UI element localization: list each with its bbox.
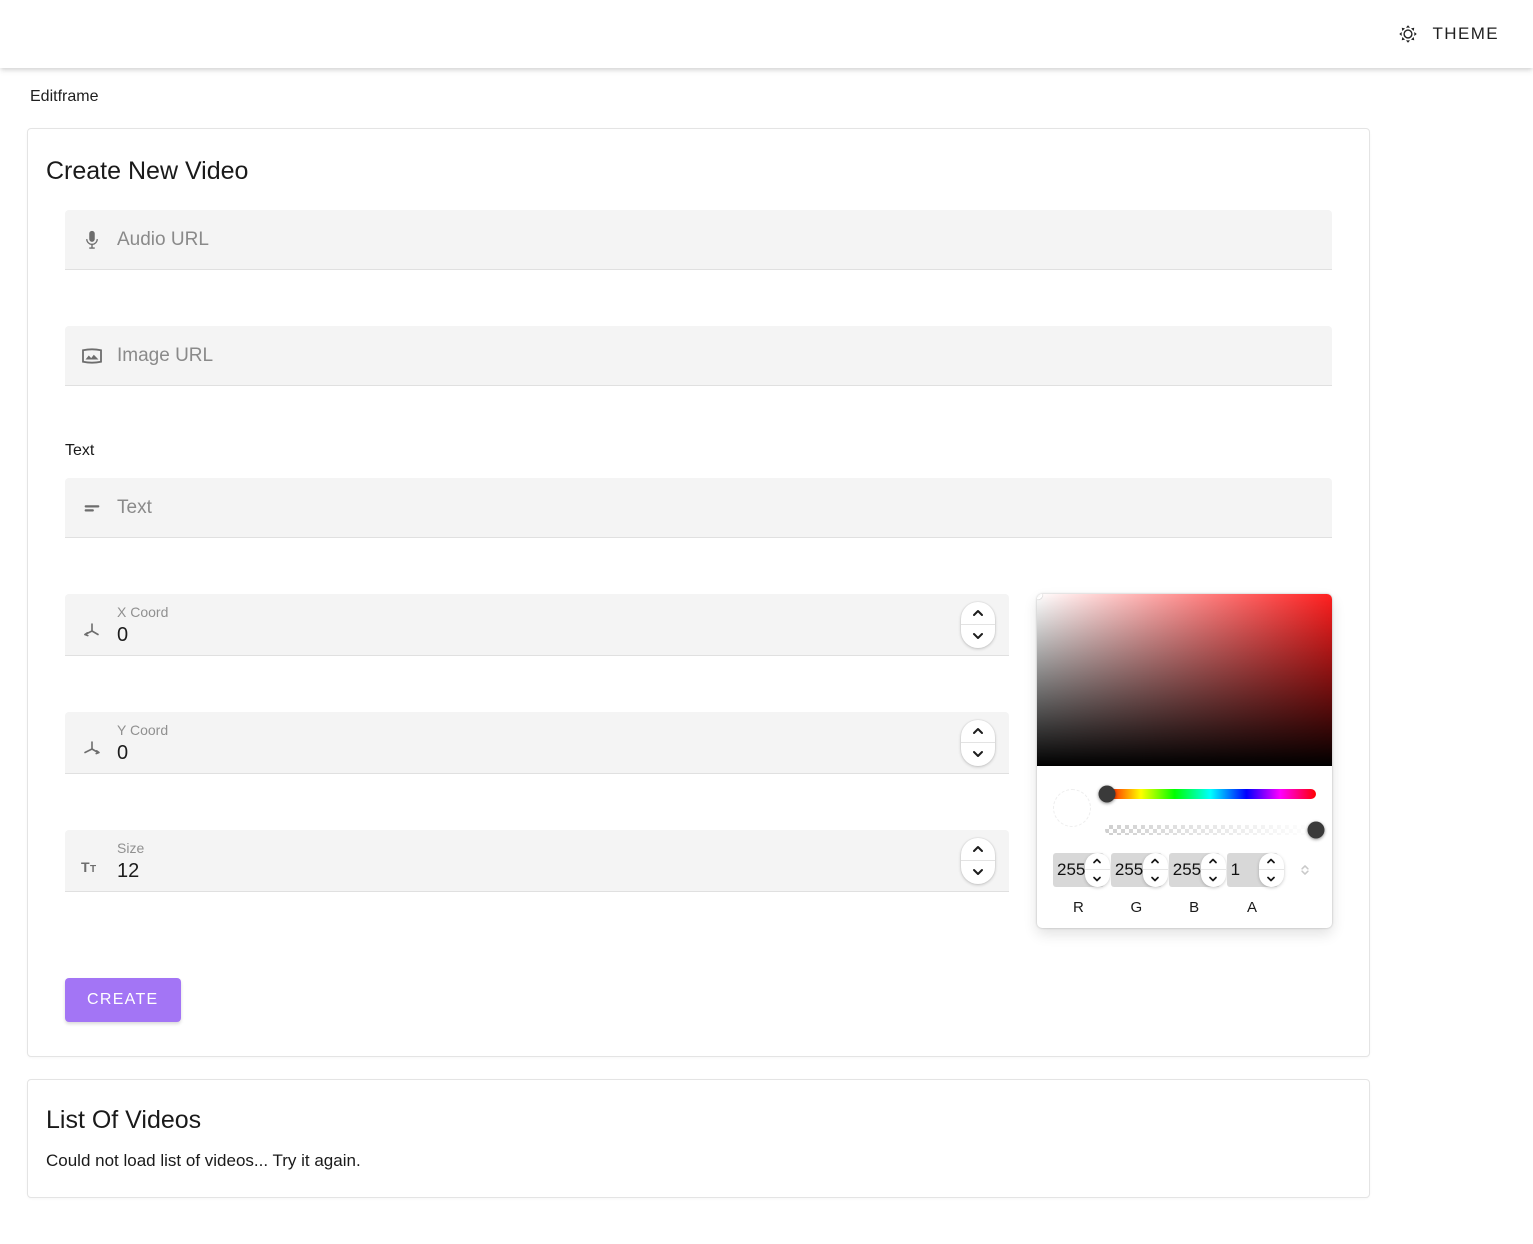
numeric-fields-column: X Coord 0 Y Coord 0 T T Size 12 [65, 594, 1009, 948]
list-of-videos-message: Could not load list of videos... Try it … [46, 1151, 361, 1170]
rgba-cell-g: 255 G [1110, 853, 1168, 916]
blue-input-wrap[interactable]: 255 [1168, 853, 1226, 887]
saturation-value-area[interactable] [1037, 594, 1332, 766]
text-placeholder: Text [117, 496, 152, 518]
image-url-text: Image URL [117, 345, 1318, 367]
app-bar: THEME [0, 0, 1533, 68]
x-coord-texts: X Coord 0 [117, 604, 995, 647]
rgba-cell-r: 255 R [1053, 853, 1110, 916]
green-decrement[interactable] [1143, 870, 1168, 887]
audio-url-field[interactable]: Audio URL [65, 210, 1332, 270]
create-button[interactable]: CREATE [65, 978, 181, 1022]
create-video-form: Audio URL Image URL Text Text X Coord 0 … [28, 186, 1369, 948]
green-stepper[interactable] [1142, 853, 1168, 887]
breadcrumb: Editframe [30, 88, 99, 105]
text-field-text: Text [117, 497, 1318, 519]
alpha-caption: A [1247, 899, 1258, 916]
blue-stepper[interactable] [1200, 853, 1226, 887]
image-url-field[interactable]: Image URL [65, 326, 1332, 386]
theme-toggle-label: THEME [1432, 24, 1499, 43]
size-texts: Size 12 [117, 840, 995, 883]
green-increment[interactable] [1142, 853, 1168, 870]
color-picker-body: 255 R 255 G 255 B 1 A [1037, 766, 1332, 928]
y-coord-field[interactable]: Y Coord 0 [65, 712, 1009, 774]
unfold-more-icon[interactable] [1295, 853, 1317, 887]
create-video-card: Create New Video Audio URL Image URL Tex… [27, 128, 1370, 1057]
svg-text:T: T [81, 859, 90, 875]
y-coord-label: Y Coord [117, 722, 169, 738]
text-field[interactable]: Text [65, 478, 1332, 538]
axis-y-icon [79, 736, 105, 762]
hue-slider-handle[interactable] [1098, 785, 1116, 803]
blue-caption: B [1189, 899, 1200, 916]
red-caption: R [1073, 899, 1084, 916]
audio-url-placeholder: Audio URL [117, 228, 209, 250]
brightness-sun-icon [1397, 23, 1419, 45]
y-coord-stepper[interactable] [961, 719, 995, 766]
image-url-placeholder: Image URL [117, 344, 214, 366]
x-coord-label: X Coord [117, 604, 169, 620]
list-of-videos-card: List Of Videos Could not load list of vi… [27, 1079, 1370, 1198]
red-input-wrap[interactable]: 255 [1053, 853, 1110, 887]
alpha-slider-handle[interactable] [1307, 821, 1325, 839]
alpha-slider[interactable] [1105, 821, 1325, 839]
audio-url-text: Audio URL [117, 229, 1318, 251]
color-sliders [1098, 780, 1325, 839]
rgba-cell-b: 255 B [1168, 853, 1226, 916]
saturation-value-pointer[interactable] [1037, 594, 1043, 600]
blue-decrement[interactable] [1201, 870, 1226, 887]
x-coord-value: 0 [117, 623, 129, 646]
size-value: 12 [117, 859, 140, 882]
y-coord-value: 0 [117, 741, 129, 764]
x-coord-stepper[interactable] [961, 601, 995, 648]
blue-increment[interactable] [1200, 853, 1226, 870]
red-stepper[interactable] [1084, 853, 1110, 887]
alpha-increment[interactable] [1258, 853, 1284, 870]
alpha-decrement[interactable] [1259, 870, 1284, 887]
svg-text:T: T [90, 864, 96, 875]
green-caption: G [1130, 899, 1143, 916]
page-content: Editframe Create New Video Audio URL Ima… [0, 68, 1533, 1198]
y-coord-texts: Y Coord 0 [117, 722, 995, 765]
text-section-label: Text [65, 442, 95, 459]
rgba-cell-a: 1 A [1226, 853, 1284, 916]
size-stepper[interactable] [961, 837, 995, 884]
color-picker[interactable]: 255 R 255 G 255 B 1 A [1037, 594, 1332, 928]
microphone-icon [79, 227, 105, 253]
color-swatch [1053, 788, 1091, 827]
red-increment[interactable] [1084, 853, 1110, 870]
rgba-inputs-row: 255 R 255 G 255 B 1 A [1053, 853, 1316, 916]
coords-and-color-row: X Coord 0 Y Coord 0 T T Size 12 255 R 25… [65, 594, 1332, 948]
short-text-icon [79, 495, 105, 521]
size-field[interactable]: T T Size 12 [65, 830, 1009, 892]
hue-slider[interactable] [1098, 785, 1316, 803]
color-sliders-row [1053, 780, 1325, 839]
format-size-icon: T T [79, 854, 105, 880]
size-label: Size [117, 840, 145, 856]
axis-x-icon [79, 618, 105, 644]
alpha-input-wrap[interactable]: 1 [1226, 853, 1284, 887]
green-input-wrap[interactable]: 255 [1110, 853, 1168, 887]
image-panorama-icon [79, 343, 105, 369]
create-button-row: CREATE [28, 948, 1369, 1056]
page-title: Create New Video [46, 157, 249, 185]
theme-toggle-button[interactable]: THEME [1387, 15, 1510, 53]
alpha-stepper[interactable] [1258, 853, 1284, 887]
list-of-videos-title: List Of Videos [46, 1106, 202, 1134]
x-coord-field[interactable]: X Coord 0 [65, 594, 1009, 656]
red-decrement[interactable] [1085, 870, 1110, 887]
